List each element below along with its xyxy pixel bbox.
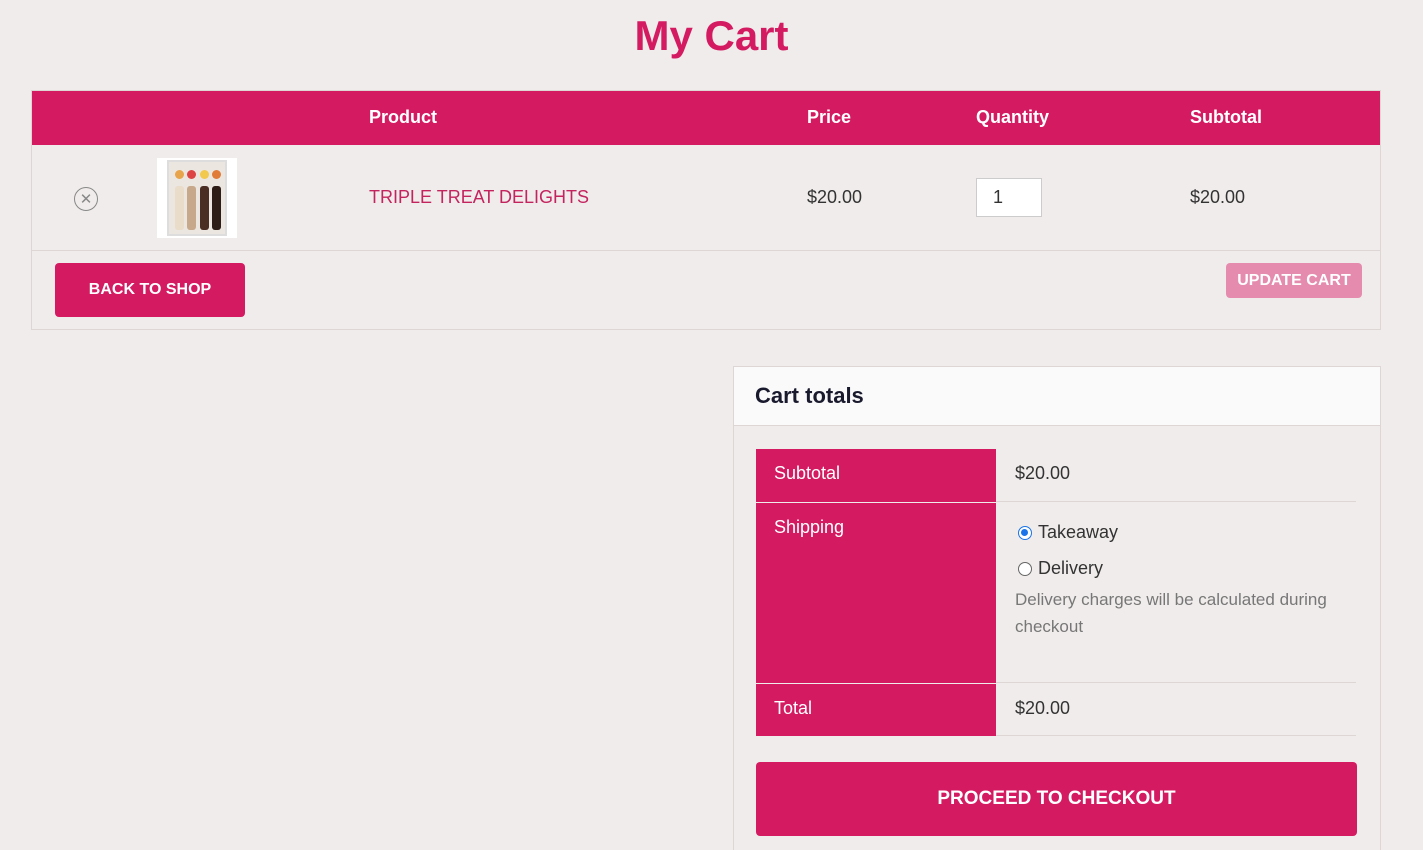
back-to-shop-button[interactable]: BACK TO SHOP xyxy=(55,263,245,317)
radio-selected-icon[interactable] xyxy=(1018,525,1032,540)
subtotal-value: $20.00 xyxy=(996,449,1356,502)
cart-totals: Cart totals Subtotal $20.00 Shipping Tak… xyxy=(733,366,1381,850)
proceed-to-checkout-button[interactable]: PROCEED TO CHECKOUT xyxy=(756,762,1357,836)
total-value: $20.00 xyxy=(996,684,1356,736)
shipping-option-delivery[interactable]: Delivery xyxy=(1018,558,1103,579)
subtotal-label: Subtotal xyxy=(756,449,996,502)
product-subtotal: $20.00 xyxy=(1190,187,1246,207)
cart-table-header: Product Price Quantity Subtotal xyxy=(32,91,1380,145)
radio-unselected-icon[interactable] xyxy=(1018,561,1032,576)
cart-totals-header: Cart totals xyxy=(734,367,1380,426)
header-quantity: Quantity xyxy=(976,107,1050,127)
cart-table: Product Price Quantity Subtotal ✕ TRIPLE… xyxy=(31,90,1381,330)
header-subtotal: Subtotal xyxy=(1190,107,1262,127)
page-title: My Cart xyxy=(634,12,789,59)
shipping-option-takeaway[interactable]: Takeaway xyxy=(1018,522,1118,543)
update-cart-button[interactable]: UPDATE CART xyxy=(1226,263,1362,298)
header-product: Product xyxy=(369,107,438,127)
total-label: Total xyxy=(756,684,996,736)
cart-totals-heading: Cart totals xyxy=(755,383,864,408)
shipping-label: Shipping xyxy=(756,503,996,683)
shipping-note: Delivery charges will be calculated duri… xyxy=(1015,590,1327,636)
product-price: $20.00 xyxy=(807,187,863,207)
quantity-input[interactable] xyxy=(976,178,1042,217)
product-thumbnail[interactable] xyxy=(157,158,237,238)
delivery-label: Delivery xyxy=(1038,558,1104,578)
header-price: Price xyxy=(807,107,852,127)
takeaway-label: Takeaway xyxy=(1038,522,1119,542)
remove-circle-icon[interactable]: ✕ xyxy=(74,187,98,211)
table-row: ✕ TRIPLE TREAT DELIGHTS $20.00 $20.00 xyxy=(32,145,1380,251)
product-name-link[interactable]: TRIPLE TREAT DELIGHTS xyxy=(369,187,589,208)
